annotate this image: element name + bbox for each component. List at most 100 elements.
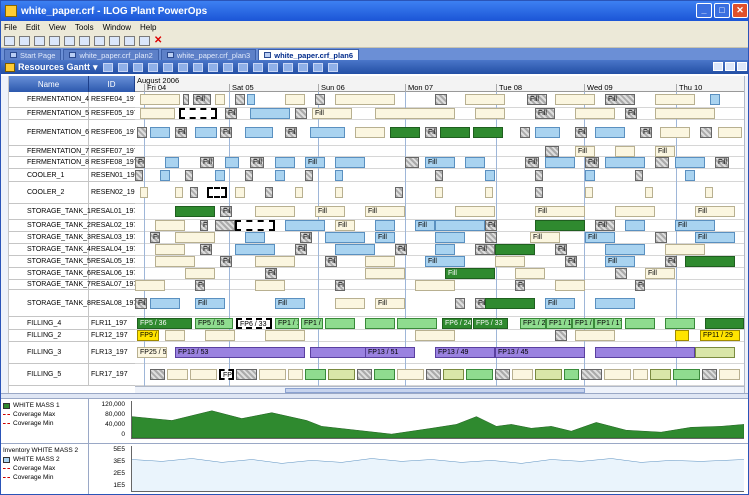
- resource-row[interactable]: FILLING_5 FLR17_197: [9, 364, 135, 386]
- gantt-activity-bar[interactable]: FP13 / 45: [495, 347, 585, 358]
- gantt-activity-bar[interactable]: Fill: [530, 232, 560, 243]
- preview-icon[interactable]: [312, 62, 323, 72]
- gantt-activity-bar[interactable]: [255, 256, 295, 267]
- gantt-activity-bar[interactable]: [310, 127, 345, 138]
- gantt-activity-bar[interactable]: Fill: [655, 146, 675, 157]
- gantt-activity-bar[interactable]: [225, 157, 239, 168]
- gantt-activity-bar[interactable]: Fill: [475, 244, 495, 255]
- gantt-activity-bar[interactable]: FP13 / 51: [365, 347, 415, 358]
- gantt-activity-bar[interactable]: [165, 330, 185, 341]
- gantt-activity-bar[interactable]: [335, 170, 343, 181]
- gantt-activity-bar[interactable]: Fill: [312, 108, 352, 119]
- gantt-activity-bar[interactable]: [357, 369, 372, 380]
- gantt-activity-bar[interactable]: [305, 369, 326, 380]
- gantt-activity-bar[interactable]: Fill: [195, 298, 225, 309]
- gantt-activity-bar[interactable]: [175, 187, 183, 198]
- close-icon[interactable]: ✕: [732, 3, 748, 18]
- gantt-activity-bar[interactable]: Fill: [375, 232, 395, 243]
- layout-single-icon[interactable]: [713, 62, 723, 71]
- gantt-activity-bar[interactable]: [335, 94, 395, 105]
- gantt-activity-bar[interactable]: [455, 206, 495, 217]
- gantt-activity-bar[interactable]: [235, 220, 275, 231]
- gantt-activity-bar[interactable]: FP1 / 17: [572, 318, 594, 329]
- gantt-activity-bar[interactable]: Fill: [375, 298, 405, 309]
- gantt-activity-bar[interactable]: [718, 127, 742, 138]
- gantt-activity-bar[interactable]: FP13 / 49: [435, 347, 495, 358]
- gantt-activity-bar[interactable]: [374, 369, 395, 380]
- gantt-activity-bar[interactable]: FP1 / 18: [275, 318, 299, 329]
- gantt-activity-bar[interactable]: Fill: [535, 206, 585, 217]
- select-icon[interactable]: [162, 62, 173, 72]
- gantt-activity-bar[interactable]: [150, 369, 165, 380]
- gantt-activity-bar[interactable]: [285, 94, 305, 105]
- gantt-activity-bar[interactable]: FP11 / 29: [700, 330, 740, 341]
- gantt-activity-bar[interactable]: [250, 108, 290, 119]
- chart-icon[interactable]: [109, 35, 120, 46]
- gantt-activity-bar[interactable]: [545, 157, 575, 168]
- gantt-activity-bar[interactable]: [655, 232, 667, 243]
- filter-icon[interactable]: [267, 62, 278, 72]
- gantt-activity-bar[interactable]: [435, 220, 485, 231]
- gantt-activity-bar[interactable]: [179, 108, 217, 119]
- gantt-activity-bar[interactable]: [365, 268, 405, 279]
- pointer-icon[interactable]: [177, 62, 188, 72]
- gantt-activity-bar[interactable]: [215, 220, 235, 231]
- gantt-activity-bar[interactable]: [135, 170, 143, 181]
- gantt-activity-bar[interactable]: [325, 232, 365, 243]
- resource-row[interactable]: STORAGE_TANK_8 RESAL08_197: [9, 290, 137, 317]
- gantt-activity-bar[interactable]: [440, 127, 470, 138]
- gantt-activity-bar[interactable]: [675, 330, 689, 341]
- menu-window[interactable]: Window: [103, 23, 131, 32]
- gantt-activity-bar[interactable]: [155, 244, 185, 255]
- menu-view[interactable]: View: [49, 23, 66, 32]
- gantt-activity-bar[interactable]: Fill: [575, 127, 587, 138]
- gantt-activity-bar[interactable]: Fill: [545, 298, 575, 309]
- gantt-activity-bar[interactable]: [245, 127, 273, 138]
- import-icon[interactable]: [34, 35, 45, 46]
- gantt-activity-bar[interactable]: [335, 187, 343, 198]
- gantt-activity-bar[interactable]: [305, 170, 313, 181]
- gantt-activity-bar[interactable]: [405, 157, 419, 168]
- gantt-activity-bar[interactable]: FP1 / 17: [594, 318, 622, 329]
- gantt-activity-bar[interactable]: Fill: [305, 157, 325, 168]
- gantt-activity-bar[interactable]: [515, 268, 545, 279]
- gantt-activity-bar[interactable]: [140, 187, 148, 198]
- gantt-activity-bar[interactable]: [719, 369, 740, 380]
- gantt-activity-bar[interactable]: [245, 170, 253, 181]
- gantt-activity-bar[interactable]: [660, 127, 690, 138]
- gantt-activity-bar[interactable]: [190, 369, 217, 380]
- gantt-activity-bar[interactable]: Fill: [150, 232, 160, 243]
- gantt-activity-bar[interactable]: Fill: [175, 127, 187, 138]
- tab-plan3[interactable]: white_paper.crf_plan3: [160, 49, 257, 60]
- gantt-activity-bar[interactable]: [285, 220, 325, 231]
- save-icon[interactable]: [64, 35, 75, 46]
- open-icon[interactable]: [19, 35, 30, 46]
- gantt-activity-bar[interactable]: [605, 157, 645, 168]
- gantt-activity-bar[interactable]: [655, 94, 695, 105]
- gantt-activity-bar[interactable]: [255, 206, 295, 217]
- gantt-activity-bar[interactable]: [700, 127, 712, 138]
- gantt-activity-bar[interactable]: [635, 170, 643, 181]
- gantt-activity-bar[interactable]: Fill: [585, 157, 599, 168]
- gantt-activity-bar[interactable]: [705, 318, 744, 329]
- gantt-activity-bar[interactable]: Fill: [200, 244, 212, 255]
- zoom-in-icon[interactable]: [102, 62, 113, 72]
- gantt-activity-bar[interactable]: [625, 318, 655, 329]
- gantt-activity-bar[interactable]: [426, 369, 441, 380]
- gantt-activity-bar[interactable]: [443, 369, 464, 380]
- gantt-activity-bar[interactable]: [495, 369, 510, 380]
- gantt-activity-bar[interactable]: Fill: [265, 268, 277, 279]
- gantt-activity-bar[interactable]: [485, 187, 493, 198]
- gantt-activity-bar[interactable]: Fill: [220, 127, 232, 138]
- resource-row[interactable]: FERMENTATION_4 RESFE04_197: [9, 92, 138, 108]
- horizontal-scrollbar[interactable]: [135, 386, 744, 393]
- folder-icon[interactable]: [49, 35, 60, 46]
- gantt-activity-bar[interactable]: [335, 157, 365, 168]
- gantt-activity-bar[interactable]: FP25 / 52: [137, 347, 167, 358]
- gantt-activity-bar[interactable]: Fill: [425, 256, 465, 267]
- gantt-activity-bar[interactable]: Fill: [635, 280, 645, 291]
- minimize-icon[interactable]: _: [696, 3, 712, 18]
- gantt-activity-bar[interactable]: [397, 318, 437, 329]
- resource-row[interactable]: FERMENTATION_5 RESFE05_197: [9, 108, 138, 120]
- gantt-activity-bar[interactable]: [535, 170, 543, 181]
